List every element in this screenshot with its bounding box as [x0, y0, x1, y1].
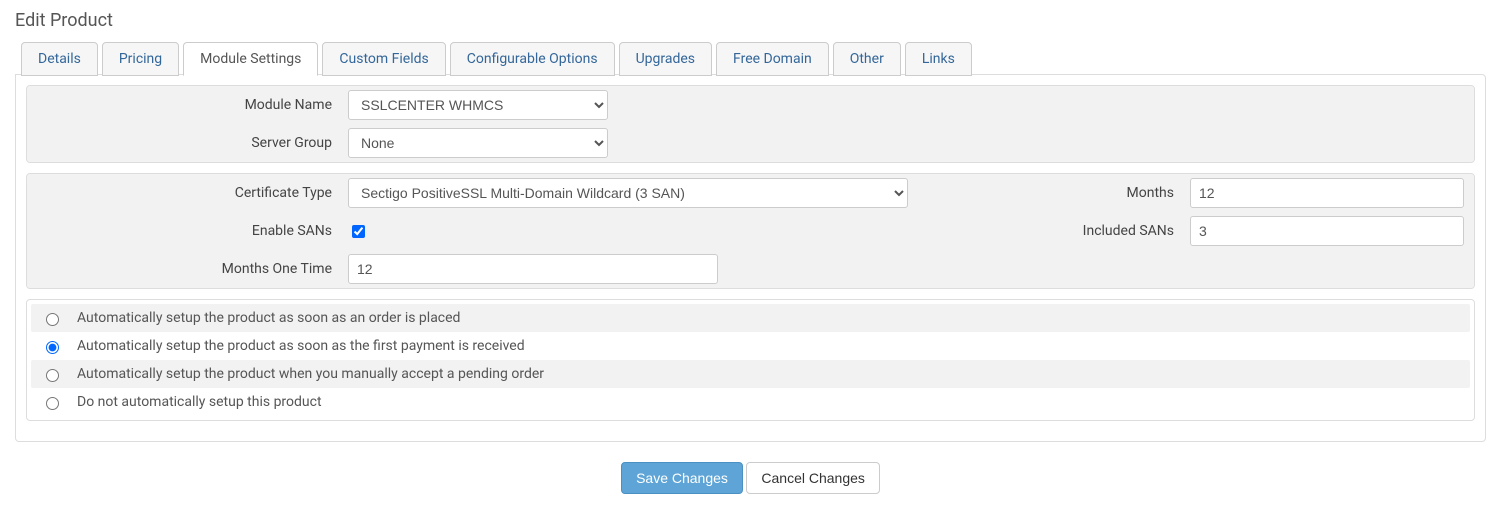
autosetup-label-order: Automatically setup the product as soon …: [77, 310, 460, 326]
autosetup-label-none: Do not automatically setup this product: [77, 394, 322, 410]
settings-fieldset: Certificate Type Sectigo PositiveSSL Mul…: [26, 173, 1475, 289]
module-fieldset: Module Name SSLCENTER WHMCS Server Group…: [26, 85, 1475, 163]
cert-type-label: Certificate Type: [27, 179, 342, 207]
tab-details[interactable]: Details: [21, 42, 98, 76]
cancel-button[interactable]: Cancel Changes: [746, 462, 880, 494]
tabs: Details Pricing Module Settings Custom F…: [15, 41, 1486, 75]
tab-upgrades[interactable]: Upgrades: [619, 42, 712, 76]
enable-sans-label: Enable SANs: [27, 217, 342, 245]
footer-buttons: Save Changes Cancel Changes: [15, 462, 1486, 494]
autosetup-radio-manual[interactable]: [46, 369, 59, 382]
module-name-label: Module Name: [27, 91, 342, 119]
tab-links[interactable]: Links: [905, 42, 972, 76]
tab-module-settings[interactable]: Module Settings: [183, 42, 318, 76]
tab-pricing[interactable]: Pricing: [102, 42, 179, 76]
tab-content: Module Name SSLCENTER WHMCS Server Group…: [15, 74, 1486, 442]
autosetup-radio-payment[interactable]: [46, 341, 59, 354]
months-input[interactable]: [1190, 178, 1464, 208]
tab-free-domain[interactable]: Free Domain: [716, 42, 829, 76]
server-group-select[interactable]: None: [348, 128, 608, 158]
included-sans-label: Included SANs: [913, 217, 1184, 245]
autosetup-radio-none[interactable]: [46, 397, 59, 410]
server-group-label: Server Group: [27, 129, 342, 157]
autosetup-radio-order[interactable]: [46, 313, 59, 326]
autosetup-label-manual: Automatically setup the product when you…: [77, 366, 544, 382]
months-label: Months: [914, 179, 1184, 207]
page-title: Edit Product: [15, 10, 1486, 31]
save-button[interactable]: Save Changes: [621, 462, 743, 494]
tab-custom-fields[interactable]: Custom Fields: [322, 42, 445, 76]
tab-other[interactable]: Other: [833, 42, 901, 76]
autosetup-fieldset: Automatically setup the product as soon …: [26, 299, 1475, 421]
months-one-time-input[interactable]: [348, 254, 718, 284]
autosetup-label-payment: Automatically setup the product as soon …: [77, 338, 525, 354]
tab-configurable-options[interactable]: Configurable Options: [450, 42, 615, 76]
months-one-time-label: Months One Time: [27, 255, 342, 283]
included-sans-input[interactable]: [1190, 216, 1464, 246]
module-name-select[interactable]: SSLCENTER WHMCS: [348, 90, 608, 120]
enable-sans-checkbox[interactable]: [352, 225, 365, 238]
cert-type-select[interactable]: Sectigo PositiveSSL Multi-Domain Wildcar…: [348, 178, 908, 208]
